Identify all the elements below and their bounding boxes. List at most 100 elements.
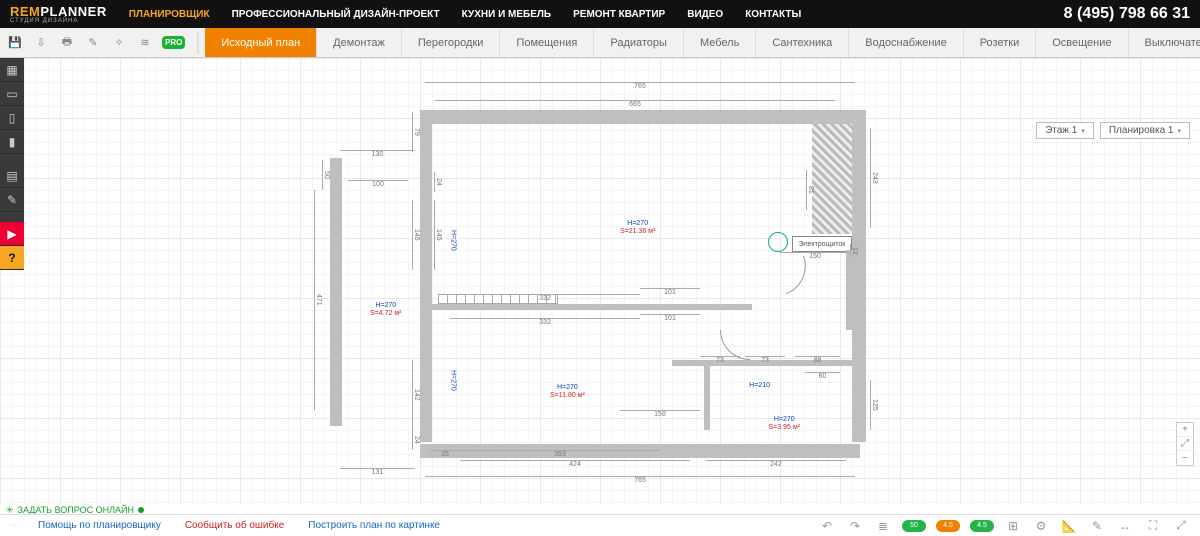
lt-doors-icon[interactable]: ▯: [0, 106, 24, 130]
settings-icon[interactable]: ⚙: [1032, 519, 1050, 533]
tab-lighting[interactable]: Освещение: [1036, 28, 1128, 57]
floorplan[interactable]: Электрощиток 765 665 130 100 332 332 101…: [330, 80, 870, 480]
lt-library-icon[interactable]: ▤: [0, 164, 24, 188]
dim-158: 158: [620, 410, 700, 418]
wall-inner-3[interactable]: [704, 360, 710, 430]
dim-131: 131: [340, 468, 415, 476]
dim-v125: 125: [870, 380, 878, 430]
pill-45a[interactable]: 4.5: [936, 520, 960, 532]
tab-demolition[interactable]: Демонтаж: [317, 28, 402, 57]
dim-130: 130: [340, 150, 415, 158]
dim-35b: 35: [430, 450, 460, 458]
snap-icon[interactable]: ⊞: [1004, 519, 1022, 533]
dim-101a: 101: [640, 288, 700, 296]
electrical-panel[interactable]: Электрощиток: [792, 236, 852, 252]
tab-source-plan[interactable]: Исходный план: [205, 28, 317, 57]
tab-sockets[interactable]: Розетки: [964, 28, 1037, 57]
print-icon[interactable]: 🖶: [58, 34, 76, 52]
dim-toggle-icon[interactable]: ↔: [1116, 519, 1134, 533]
wall-right[interactable]: [852, 110, 866, 442]
lt-help-icon[interactable]: ?: [0, 246, 24, 270]
zoom-control: + ⤢ −: [1176, 422, 1194, 466]
tab-rooms[interactable]: Помещения: [500, 28, 594, 57]
zoom-in[interactable]: +: [1177, 423, 1193, 437]
nav-design[interactable]: ПРОФЕССИОНАЛЬНЫЙ ДИЗАЙН-ПРОЕКТ: [232, 9, 440, 20]
dim-332b: 332: [450, 318, 640, 326]
pill-50[interactable]: 50: [902, 520, 926, 532]
nav-planner[interactable]: ПЛАНИРОВЩИК: [129, 9, 210, 20]
tab-plumbing[interactable]: Сантехника: [756, 28, 849, 57]
wall-top[interactable]: [420, 110, 860, 124]
wall-left-outer[interactable]: [330, 158, 342, 426]
view-2d[interactable]: 2D: [198, 33, 199, 53]
logo[interactable]: REMPLANNER СТУДИЯ ДИЗАЙНА: [10, 5, 107, 24]
tool-icon-2[interactable]: ✧: [110, 34, 128, 52]
pro-badge[interactable]: PRO: [162, 36, 185, 49]
column-hatch[interactable]: [812, 124, 852, 234]
dim-v24b: 24: [412, 430, 420, 450]
dim-150: 150: [780, 252, 850, 260]
logo-sub: СТУДИЯ ДИЗАЙНА: [10, 18, 107, 24]
nav-contacts[interactable]: КОНТАКТЫ: [745, 9, 801, 20]
ruler-icon[interactable]: 📐: [1060, 519, 1078, 533]
tab-furniture[interactable]: Мебель: [684, 28, 756, 57]
footer-handle-icon[interactable]: ⋯: [10, 520, 20, 531]
layers-icon[interactable]: ≣: [874, 519, 892, 533]
plan-tabs: Исходный план Демонтаж Перегородки Помещ…: [205, 28, 1200, 57]
wall-inner-4[interactable]: [846, 250, 852, 330]
dim-v145b: 145: [434, 200, 442, 270]
dim-v24r: 24: [434, 172, 442, 192]
undo-icon[interactable]: ↶: [818, 519, 836, 533]
lt-walls-icon[interactable]: ▭: [0, 82, 24, 106]
redo-icon[interactable]: ↷: [846, 519, 864, 533]
wall-left-inner[interactable]: [420, 110, 432, 442]
tab-switches[interactable]: Выключатели: [1129, 28, 1200, 57]
dim-v243: 243: [870, 128, 878, 228]
tool-icon-1[interactable]: ✎: [84, 34, 102, 52]
room-label-3: H=270S=11.80 м²: [550, 384, 585, 401]
zoom-out[interactable]: −: [1177, 451, 1193, 465]
room-label-1: H=270S=21.36 м²: [620, 220, 655, 237]
chevron-down-icon: ▾: [1081, 127, 1085, 135]
nav-video[interactable]: ВИДЕО: [687, 9, 723, 20]
fixture-circle[interactable]: [768, 232, 788, 252]
tab-partitions[interactable]: Перегородки: [402, 28, 501, 57]
tab-water[interactable]: Водоснабжение: [849, 28, 963, 57]
pencil-icon[interactable]: ✎: [1088, 519, 1106, 533]
plan-toolbar: 💾 ⇩ 🖶 ✎ ✧ ≋ PRO 2D 3D Исходный план Демо…: [0, 28, 1200, 58]
lt-grid-icon[interactable]: ▦: [0, 58, 24, 82]
dim-100: 100: [348, 180, 408, 188]
wall-inner-1[interactable]: [432, 304, 752, 310]
dim-top-total: 765: [425, 82, 855, 90]
floor-select[interactable]: Этаж 1▾: [1036, 122, 1094, 139]
nav-renovation[interactable]: РЕМОНТ КВАРТИР: [573, 9, 665, 20]
dim-v471: 471: [314, 190, 322, 410]
dim-v12: 12: [850, 244, 858, 258]
fullscreen-icon[interactable]: ⤢: [1172, 519, 1190, 533]
dim-73b: 73: [745, 356, 785, 364]
logo-rem: REM: [10, 4, 40, 19]
footer-help[interactable]: Помощь по планировщику: [38, 520, 161, 531]
pill-45b[interactable]: 4.5: [970, 520, 994, 532]
lt-video-icon[interactable]: ▶: [0, 222, 24, 246]
lt-windows-icon[interactable]: ▮: [0, 130, 24, 154]
export-icon[interactable]: ⇩: [32, 34, 50, 52]
fit-icon[interactable]: ⛶: [1144, 519, 1162, 533]
nav-kitchen[interactable]: КУХНИ И МЕБЕЛЬ: [462, 9, 551, 20]
room-label-h270a: H=270: [448, 230, 456, 251]
zoom-fit[interactable]: ⤢: [1177, 437, 1193, 451]
tab-radiators[interactable]: Радиаторы: [594, 28, 684, 57]
door-1[interactable]: [776, 256, 814, 294]
dim-332a: 332: [450, 294, 640, 302]
layout-select[interactable]: Планировка 1▾: [1100, 122, 1190, 139]
dim-88: 88: [795, 356, 840, 364]
dim-bot-total: 765: [425, 476, 855, 484]
save-icon[interactable]: 💾: [6, 34, 24, 52]
footer-byimage[interactable]: Построить план по картинке: [308, 520, 440, 531]
canvas-area[interactable]: Этаж 1▾ Планировка 1▾ Электрощиток 765 6…: [0, 58, 1200, 504]
top-bar: REMPLANNER СТУДИЯ ДИЗАЙНА ПЛАНИРОВЩИК ПР…: [0, 0, 1200, 28]
footer-bug[interactable]: Сообщить об ошибке: [185, 520, 284, 531]
dim-v50: 50: [322, 160, 330, 190]
lt-measure-icon[interactable]: ✎: [0, 188, 24, 212]
tool-icon-3[interactable]: ≋: [136, 34, 154, 52]
